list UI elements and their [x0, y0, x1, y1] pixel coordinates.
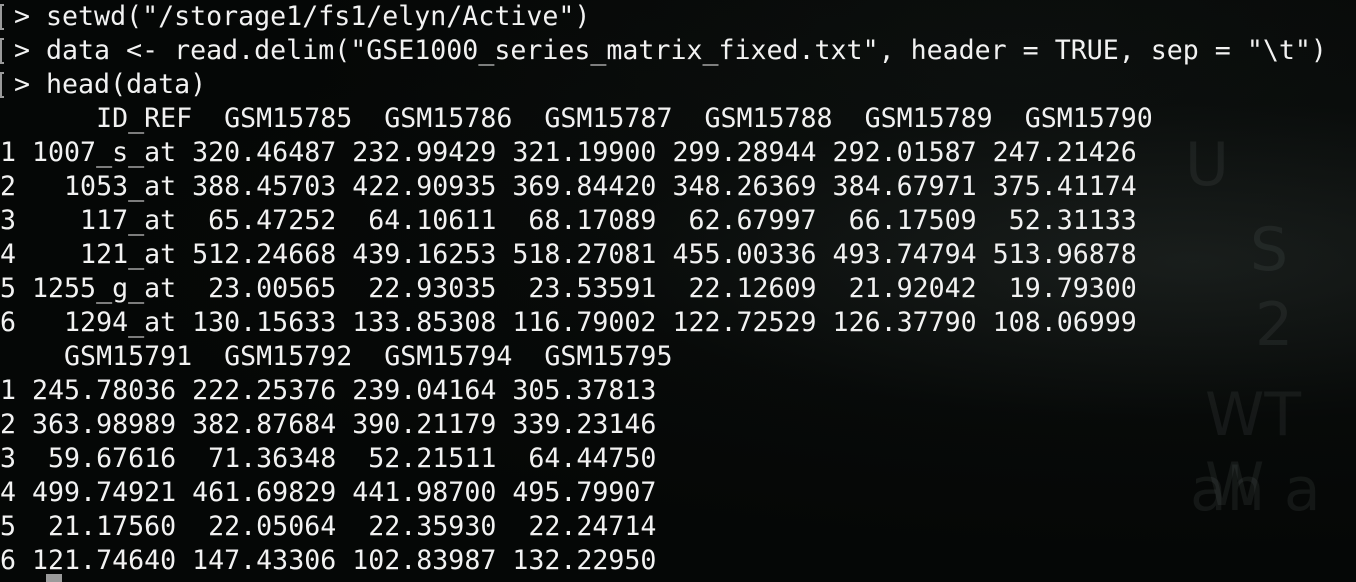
table-row: 3 117_at 65.47252 64.10611 68.17089 62.6…: [0, 204, 1137, 238]
table-row: 2 1053_at 388.45703 422.90935 369.84420 …: [0, 170, 1137, 204]
command-text: > head(data): [14, 69, 207, 100]
output-text: 2 1053_at 388.45703 422.90935 369.84420 …: [0, 171, 1137, 202]
text-cursor[interactable]: [46, 574, 62, 582]
table-row: 4 121_at 512.24668 439.16253 518.27081 4…: [0, 238, 1137, 272]
command-text: > data <- read.delim("GSE1000_series_mat…: [14, 35, 1327, 66]
output-text: 4 121_at 512.24668 439.16253 518.27081 4…: [0, 239, 1137, 270]
output-text: 5 21.17560 22.05064 22.35930 22.24714: [0, 511, 657, 542]
prompt-bracket: [0, 72, 4, 98]
command-text: > setwd("/storage1/fs1/elyn/Active"): [14, 1, 591, 32]
table-header-row: GSM15791 GSM15792 GSM15794 GSM15795: [0, 340, 672, 374]
output-text: 2 363.98989 382.87684 390.21179 339.2314…: [0, 409, 657, 440]
table-row: 6 121.74640 147.43306 102.83987 132.2295…: [0, 544, 656, 578]
command-line: > setwd("/storage1/fs1/elyn/Active"): [0, 0, 590, 34]
output-text: 1 245.78036 222.25376 239.04164 305.3781…: [0, 375, 657, 406]
table-header-row: ID_REF GSM15785 GSM15786 GSM15787 GSM157…: [0, 102, 1153, 136]
table-row: 2 363.98989 382.87684 390.21179 339.2314…: [0, 408, 656, 442]
output-text: 3 59.67616 71.36348 52.21511 64.44750: [0, 443, 657, 474]
terminal-window[interactable]: U S 2 WT W ah a > setwd("/storage1/fs1/e…: [0, 0, 1356, 582]
output-text: 6 1294_at 130.15633 133.85308 116.79002 …: [0, 307, 1137, 338]
output-text: GSM15791 GSM15792 GSM15794 GSM15795: [0, 341, 673, 372]
output-text: 1 1007_s_at 320.46487 232.99429 321.1990…: [0, 137, 1137, 168]
command-line: > data <- read.delim("GSE1000_series_mat…: [0, 34, 1327, 68]
prompt-bracket: [0, 38, 4, 64]
output-text: 5 1255_g_at 23.00565 22.93035 23.53591 2…: [0, 273, 1137, 304]
command-line: > head(data): [0, 68, 206, 102]
table-row: 1 245.78036 222.25376 239.04164 305.3781…: [0, 374, 656, 408]
table-row: 6 1294_at 130.15633 133.85308 116.79002 …: [0, 306, 1137, 340]
output-text: 4 499.74921 461.69829 441.98700 495.7990…: [0, 477, 657, 508]
output-text: ID_REF GSM15785 GSM15786 GSM15787 GSM157…: [0, 103, 1153, 134]
table-row: 4 499.74921 461.69829 441.98700 495.7990…: [0, 476, 656, 510]
table-row: 5 21.17560 22.05064 22.35930 22.24714: [0, 510, 656, 544]
table-row: 1 1007_s_at 320.46487 232.99429 321.1990…: [0, 136, 1137, 170]
output-text: 6 121.74640 147.43306 102.83987 132.2295…: [0, 545, 657, 576]
table-row: 3 59.67616 71.36348 52.21511 64.44750: [0, 442, 656, 476]
table-row: 5 1255_g_at 23.00565 22.93035 23.53591 2…: [0, 272, 1137, 306]
output-text: 3 117_at 65.47252 64.10611 68.17089 62.6…: [0, 205, 1137, 236]
prompt-bracket: [0, 4, 4, 30]
